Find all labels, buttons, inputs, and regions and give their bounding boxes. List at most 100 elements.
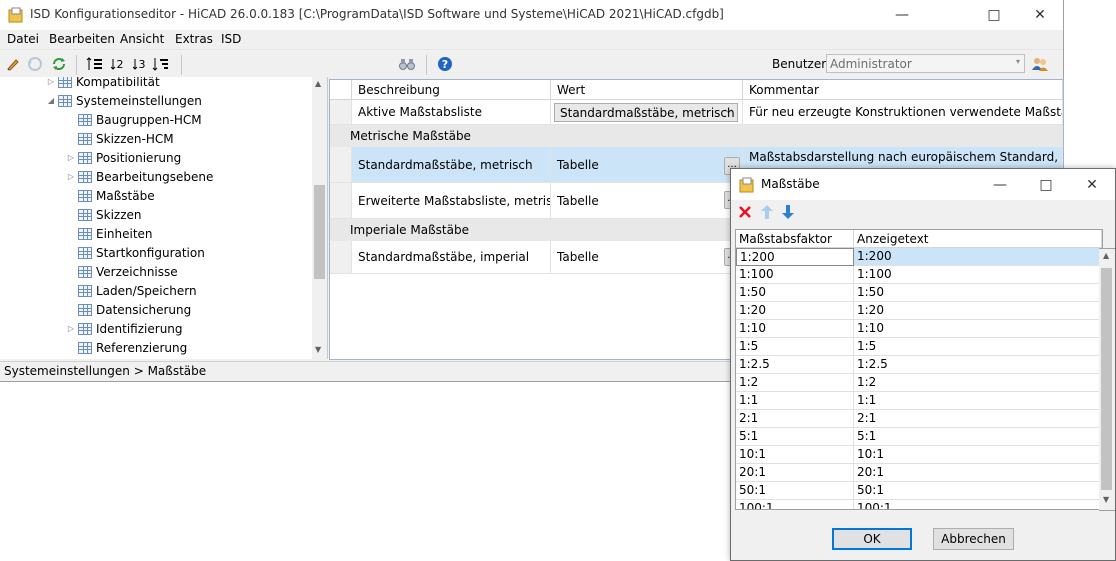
cell-massstabsfaktor[interactable]: 20:1 <box>736 464 854 482</box>
tree-item[interactable]: Referenzierung <box>64 338 187 357</box>
table-row[interactable]: 1:5 1:5 <box>736 338 1102 356</box>
row-standard-imperial-desc[interactable]: Standardmaßstäbe, imperial <box>352 241 551 274</box>
tree-item[interactable]: Datensicherung <box>64 300 191 319</box>
tree-item[interactable]: Baugruppen-HCM <box>64 110 202 129</box>
tree-item[interactable]: Verzeichnisse <box>64 262 178 281</box>
dialog-scrollbar[interactable]: ▲ ▼ <box>1099 248 1115 511</box>
cell-massstabsfaktor[interactable]: 1:2.5 <box>736 356 854 374</box>
cell-massstabsfaktor[interactable]: 1:50 <box>736 284 854 302</box>
dialog-close-button[interactable]: ✕ <box>1069 169 1115 200</box>
cell-anzeigetext[interactable]: 1:50 <box>854 284 1102 302</box>
grid-header-beschreibung[interactable]: Beschreibung <box>352 80 551 100</box>
cell-massstabsfaktor[interactable]: 50:1 <box>736 482 854 500</box>
tree-item[interactable]: ▷ Bearbeitungsebene <box>64 167 213 186</box>
active-scale-dropdown[interactable]: Standardmaßstäbe, metrisch ⌵ <box>554 102 738 122</box>
tree-item[interactable]: Skizzen <box>64 205 142 224</box>
tree-item[interactable]: Skizzen-HCM <box>64 129 174 148</box>
cell-anzeigetext[interactable]: 100:1 <box>854 500 1102 509</box>
cell-massstabsfaktor[interactable]: 1:10 <box>736 320 854 338</box>
cell-massstabsfaktor[interactable]: 1:2 <box>736 374 854 392</box>
tree-item[interactable]: ▷ Kompatibilität <box>44 77 160 91</box>
cell-anzeigetext[interactable]: 1:2.5 <box>854 356 1102 374</box>
tree-item[interactable]: Maßstäbe <box>64 186 155 205</box>
cell-anzeigetext[interactable]: 2:1 <box>854 410 1102 428</box>
cell-anzeigetext[interactable]: 50:1 <box>854 482 1102 500</box>
cell-massstabsfaktor[interactable]: 1:1 <box>736 392 854 410</box>
expand-arrow-icon[interactable]: ▷ <box>44 77 58 86</box>
users-icon[interactable] <box>1031 55 1049 73</box>
col-header-massstabsfaktor[interactable]: Maßstabsfaktor <box>736 230 854 248</box>
move-down-icon[interactable] <box>780 203 796 221</box>
expand-arrow-icon[interactable]: ◢ <box>44 96 58 105</box>
cell-anzeigetext[interactable]: 1:1 <box>854 392 1102 410</box>
close-button[interactable]: ✕ <box>1017 0 1063 30</box>
row-standard-metric-desc[interactable]: Standardmaßstäbe, metrisch <box>352 147 551 183</box>
col-header-anzeigetext[interactable]: Anzeigetext <box>854 230 1102 248</box>
cell-massstabsfaktor[interactable]: 10:1 <box>736 446 854 464</box>
table-row[interactable]: 1:1 1:1 <box>736 392 1102 410</box>
expand-arrow-icon[interactable]: ▷ <box>64 172 78 181</box>
maximize-button[interactable]: □ <box>971 0 1017 30</box>
level-all-icon[interactable] <box>152 55 170 73</box>
menu-isd[interactable]: ISD <box>221 32 241 46</box>
menu-datei[interactable]: Datei <box>7 32 39 46</box>
table-row[interactable]: 1:100 1:100 <box>736 266 1102 284</box>
cell-massstabsfaktor[interactable]: 1:200 <box>736 248 854 266</box>
scroll-up-icon[interactable]: ▲ <box>1103 251 1109 260</box>
table-row[interactable]: 1:50 1:50 <box>736 284 1102 302</box>
scroll-up-icon[interactable]: ▲ <box>315 79 321 88</box>
scroll-down-icon[interactable]: ▼ <box>315 345 321 354</box>
expand-arrow-icon[interactable]: ▷ <box>64 153 78 162</box>
cell-anzeigetext[interactable]: 5:1 <box>854 428 1102 446</box>
table-row[interactable]: 2:1 2:1 <box>736 410 1102 428</box>
cell-massstabsfaktor[interactable]: 2:1 <box>736 410 854 428</box>
cell-massstabsfaktor[interactable]: 5:1 <box>736 428 854 446</box>
cell-anzeigetext[interactable]: 1:200 <box>854 248 1102 266</box>
table-row[interactable]: 1:2 1:2 <box>736 374 1102 392</box>
table-row[interactable]: 1:200 1:200 <box>736 248 1102 266</box>
table-row[interactable]: 1:2.5 1:2.5 <box>736 356 1102 374</box>
table-row[interactable]: 20:1 20:1 <box>736 464 1102 482</box>
cell-massstabsfaktor[interactable]: 1:5 <box>736 338 854 356</box>
delete-icon[interactable] <box>737 204 753 222</box>
user-dropdown[interactable]: Administrator ▾ <box>826 54 1025 73</box>
cell-anzeigetext[interactable]: 1:10 <box>854 320 1102 338</box>
scroll-thumb[interactable] <box>314 185 325 279</box>
move-up-icon[interactable] <box>759 203 775 221</box>
ok-button[interactable]: OK <box>832 528 912 550</box>
undo-icon[interactable] <box>26 55 44 73</box>
minimize-button[interactable]: — <box>879 0 925 30</box>
table-row[interactable]: 50:1 50:1 <box>736 482 1102 500</box>
tree-item[interactable]: ▷ Positionierung <box>64 148 181 167</box>
tree-item[interactable]: ▷ Identifizierung <box>64 319 183 338</box>
menu-ansicht[interactable]: Ansicht <box>120 32 164 46</box>
cell-anzeigetext[interactable]: 1:100 <box>854 266 1102 284</box>
tree-item[interactable]: Startkonfiguration <box>64 243 205 262</box>
level3-icon[interactable]: 3 <box>130 55 148 73</box>
tree-scrollbar[interactable]: ▲ ▼ <box>312 77 327 359</box>
menu-extras[interactable]: Extras <box>175 32 213 46</box>
row-standard-metric-value[interactable]: Tabelle <box>551 147 743 183</box>
menu-bearbeiten[interactable]: Bearbeiten <box>49 32 115 46</box>
level2-icon[interactable]: 2 <box>108 55 126 73</box>
grid-header-wert[interactable]: Wert <box>551 80 743 100</box>
table-row[interactable]: 1:10 1:10 <box>736 320 1102 338</box>
cell-anzeigetext[interactable]: 20:1 <box>854 464 1102 482</box>
row-extended-metric-desc[interactable]: Erweiterte Maßstabsliste, metrisch <box>352 183 551 219</box>
cell-massstabsfaktor[interactable]: 1:20 <box>736 302 854 320</box>
row-standard-imperial-value[interactable]: Tabelle <box>551 241 743 274</box>
dialog-minimize-button[interactable]: — <box>977 169 1023 200</box>
cell-anzeigetext[interactable]: 1:5 <box>854 338 1102 356</box>
tree-item[interactable]: Einheiten <box>64 224 153 243</box>
tree-item[interactable]: Laden/Speichern <box>64 281 197 300</box>
cell-massstabsfaktor[interactable]: 100:1 <box>736 500 854 509</box>
table-row[interactable]: 10:1 10:1 <box>736 446 1102 464</box>
refresh-icon[interactable] <box>50 55 68 73</box>
table-row[interactable]: 5:1 5:1 <box>736 428 1102 446</box>
scroll-down-icon[interactable]: ▼ <box>1103 495 1109 504</box>
tree-item[interactable]: ◢ Systemeinstellungen <box>44 91 202 110</box>
cell-anzeigetext[interactable]: 10:1 <box>854 446 1102 464</box>
row-active-scale-value[interactable]: Standardmaßstäbe, metrisch ⌵ <box>551 100 743 125</box>
table-row[interactable]: 100:1 100:1 <box>736 500 1102 509</box>
edit-pencil-icon[interactable] <box>4 55 22 73</box>
